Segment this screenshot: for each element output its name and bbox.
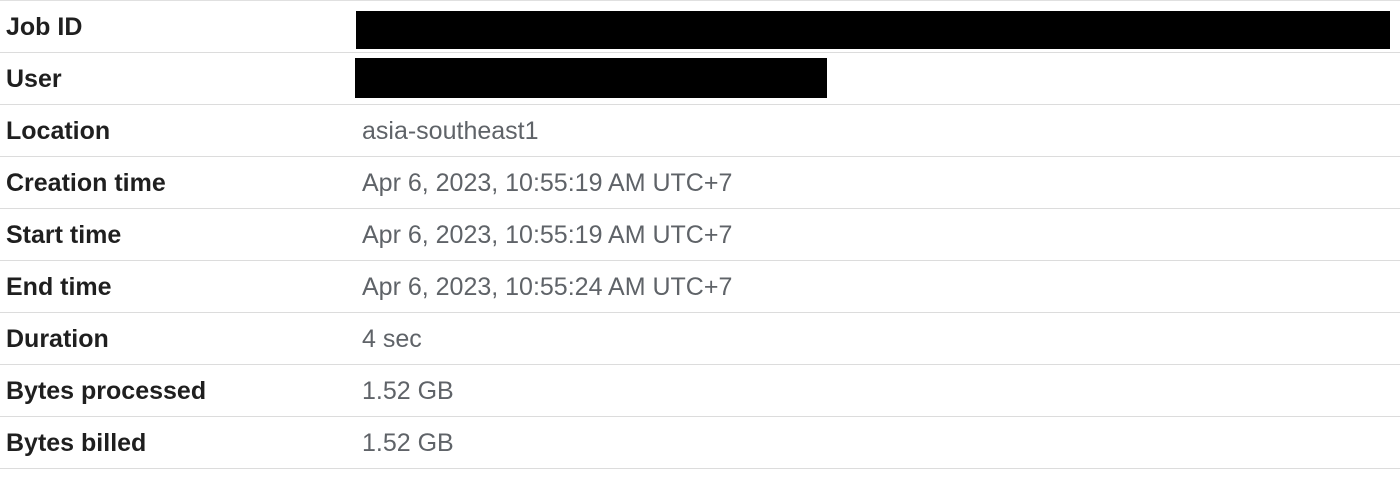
end-time-label: End time	[6, 273, 112, 301]
location-label: Location	[6, 117, 111, 145]
end-time-value: Apr 6, 2023, 10:55:24 AM UTC+7	[362, 273, 733, 301]
end-time-row: End time Apr 6, 2023, 10:55:24 AM UTC+7	[0, 261, 1400, 313]
duration-label: Duration	[6, 325, 109, 353]
user-label: User	[6, 65, 62, 93]
creation-time-label: Creation time	[6, 169, 166, 197]
bytes-processed-label: Bytes processed	[6, 377, 207, 405]
start-time-value: Apr 6, 2023, 10:55:19 AM UTC+7	[362, 221, 733, 249]
duration-value: 4 sec	[362, 325, 422, 353]
creation-time-value: Apr 6, 2023, 10:55:19 AM UTC+7	[362, 169, 733, 197]
job-id-label: Job ID	[6, 13, 83, 41]
start-time-row: Start time Apr 6, 2023, 10:55:19 AM UTC+…	[0, 209, 1400, 261]
user-redaction	[355, 58, 827, 98]
creation-time-row: Creation time Apr 6, 2023, 10:55:19 AM U…	[0, 157, 1400, 209]
user-row: User	[0, 53, 1400, 105]
location-row: Location asia-southeast1	[0, 105, 1400, 157]
duration-row: Duration 4 sec	[0, 313, 1400, 365]
bytes-billed-label: Bytes billed	[6, 429, 147, 457]
bytes-billed-row: Bytes billed 1.52 GB	[0, 417, 1400, 469]
location-value: asia-southeast1	[362, 117, 539, 145]
bytes-processed-value: 1.52 GB	[362, 377, 454, 405]
job-details-table: Job ID User Location asia-southeast1 Cre…	[0, 0, 1400, 469]
job-id-redaction	[356, 11, 1390, 49]
start-time-label: Start time	[6, 221, 122, 249]
job-id-row: Job ID	[0, 1, 1400, 53]
bytes-processed-row: Bytes processed 1.52 GB	[0, 365, 1400, 417]
bytes-billed-value: 1.52 GB	[362, 429, 454, 457]
